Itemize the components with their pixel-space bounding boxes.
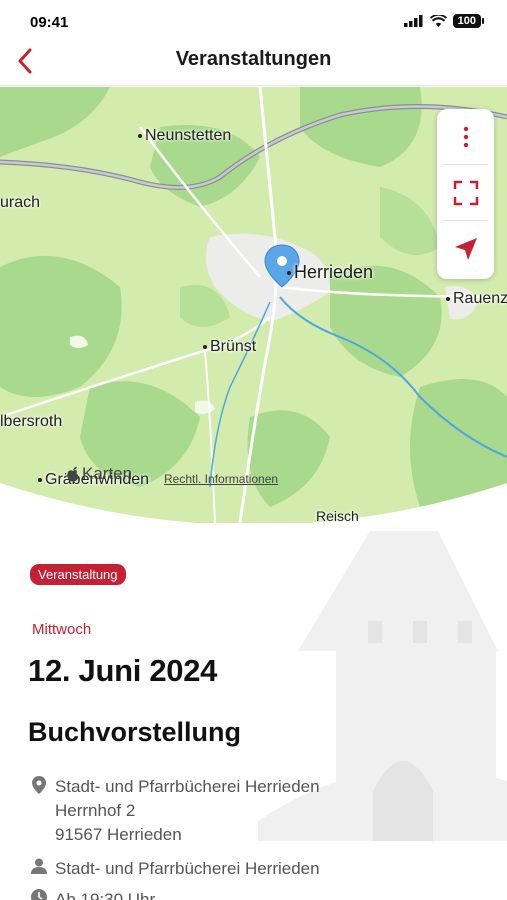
event-weekday: Mittwoch	[32, 621, 92, 638]
category-badge: Veranstaltung	[30, 564, 126, 585]
maps-attribution: Karten	[66, 464, 132, 484]
event-organizer: Stadt- und Pfarrbücherei Herrieden	[28, 857, 320, 881]
apple-logo-icon	[67, 466, 79, 482]
map-label-elbersroth: lbersroth	[0, 413, 63, 430]
map-label-bruenst: Brünst	[203, 338, 256, 356]
more-icon	[463, 126, 468, 147]
event-address[interactable]: Stadt- und Pfarrbücherei Herrieden Herrn…	[28, 775, 320, 847]
event-map[interactable]: Neunstetten urach Herrieden Rauenz Brüns…	[0, 87, 507, 523]
event-time-text: Ab 19:30 Uhr	[55, 890, 156, 900]
organizer-name: Stadt- und Pfarrbücherei Herrieden	[55, 859, 320, 878]
person-icon	[31, 858, 47, 874]
battery-indicator: 100	[452, 14, 485, 28]
signal-icon	[403, 15, 423, 27]
map-label-urach: urach	[0, 194, 41, 211]
page-title: Veranstaltungen	[175, 48, 332, 70]
fullscreen-icon	[453, 180, 478, 205]
event-title: Buchvorstellung	[28, 717, 242, 747]
legal-info-link[interactable]: Rechtl. Informationen	[164, 472, 278, 486]
clock-icon	[31, 889, 47, 900]
map-more-button[interactable]	[443, 109, 488, 165]
location-arrow-icon	[454, 238, 477, 260]
map-label-herrieden: Herrieden	[287, 262, 373, 283]
navigation-bar: Veranstaltungen	[0, 36, 507, 86]
address-line-1: Stadt- und Pfarrbücherei Herrieden	[55, 777, 320, 796]
map-controls	[437, 109, 494, 279]
map-locate-button[interactable]	[443, 221, 488, 277]
status-icons: 100	[403, 14, 485, 28]
wifi-icon	[429, 15, 447, 27]
location-pin-icon	[32, 776, 46, 794]
map-fullscreen-button[interactable]	[443, 165, 488, 221]
event-date: 12. Juni 2024	[28, 653, 218, 688]
event-time: Ab 19:30 Uhr	[28, 888, 155, 900]
map-label-rauenzell: Rauenz	[446, 290, 507, 308]
event-details: Veranstaltung Mittwoch 12. Juni 2024 Buc…	[0, 523, 507, 900]
status-time: 09:41	[30, 14, 69, 31]
map-label-neunstetten: Neunstetten	[138, 127, 231, 145]
address-line-2: Herrnhof 2	[55, 801, 136, 820]
map-background	[0, 87, 507, 523]
address-line-3: 91567 Herrieden	[55, 825, 182, 844]
